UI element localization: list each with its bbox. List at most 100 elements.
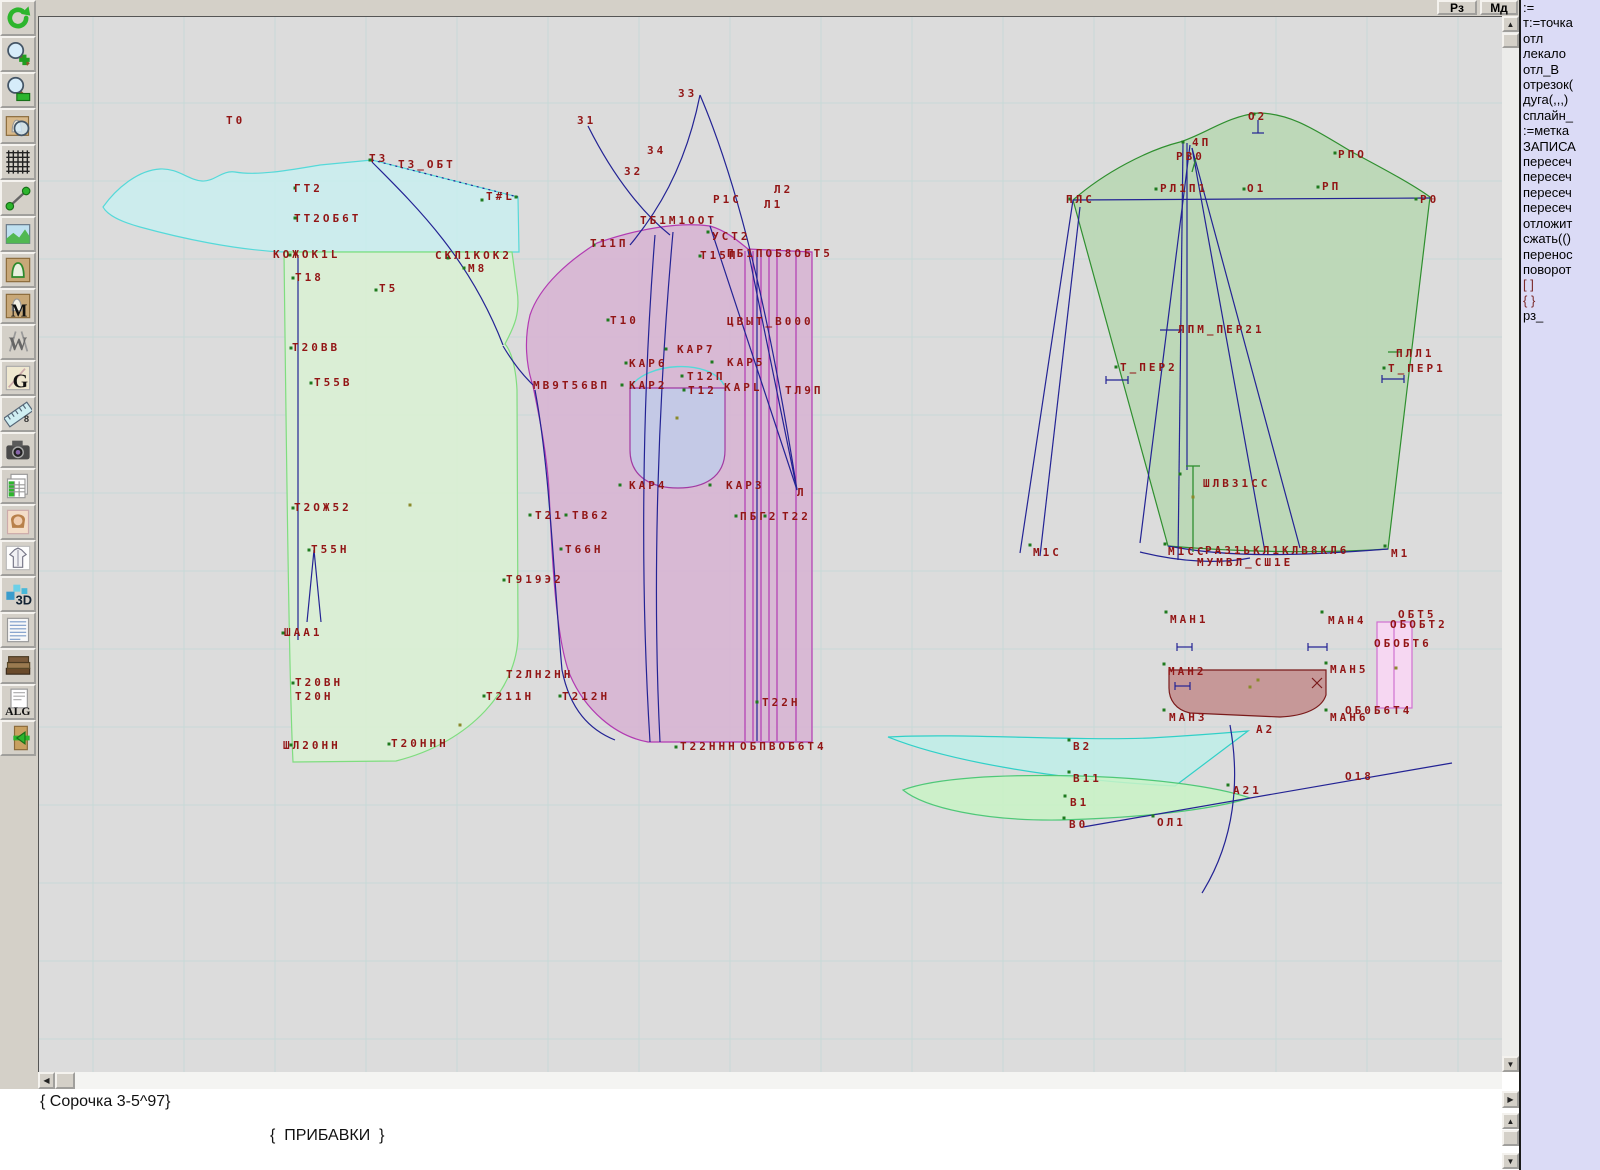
garment-sketch-icon[interactable] <box>0 540 36 576</box>
command-item[interactable]: т:=точка <box>1521 15 1600 30</box>
scroll-down-button[interactable]: ▼ <box>1502 1056 1519 1072</box>
pattern-canvas[interactable]: Т0Т3Т3_ОБТГТ2ТТ2ОБ6ТТ#LКОЖОК1LСКЛ1КОК2М8… <box>38 16 1502 1072</box>
command-item[interactable]: отложит <box>1521 216 1600 231</box>
svg-text:8: 8 <box>24 414 29 424</box>
svg-text:ТЛ9П: ТЛ9П <box>785 384 824 397</box>
svg-text:МУМВЛ_СШ1Е: МУМВЛ_СШ1Е <box>1197 556 1293 569</box>
svg-text:Т20ВН: Т20ВН <box>295 676 343 689</box>
svg-text:Т212Н: Т212Н <box>562 690 610 703</box>
svg-text:М1: М1 <box>1391 547 1410 560</box>
command-item[interactable]: сжать(() <box>1521 231 1600 246</box>
zoom-in-icon[interactable] <box>0 36 36 72</box>
image-icon[interactable] <box>0 216 36 252</box>
svg-text:ОБ0Б6Т4: ОБ0Б6Т4 <box>1345 704 1412 717</box>
line-tool-icon[interactable] <box>0 180 36 216</box>
svg-text:ПБГ2: ПБГ2 <box>740 510 779 523</box>
vscroll-thumb[interactable] <box>1502 33 1519 48</box>
preview-piece-icon[interactable] <box>0 108 36 144</box>
command-item[interactable]: ЗАПИСА <box>1521 139 1600 154</box>
zoom-out-icon[interactable] <box>0 72 36 108</box>
command-item[interactable]: пересеч <box>1521 154 1600 169</box>
command-item[interactable]: :=метка <box>1521 123 1600 138</box>
command-item[interactable]: пересеч <box>1521 185 1600 200</box>
svg-text:Т3_ОБТ: Т3_ОБТ <box>398 158 456 171</box>
command-panel[interactable]: :=т:=точкаотллекалоотл_Вотрезок(дуга(,,,… <box>1519 0 1600 1170</box>
command-item[interactable]: { } <box>1521 293 1600 308</box>
model-photo-icon[interactable] <box>0 504 36 540</box>
command-item[interactable]: пересеч <box>1521 169 1600 184</box>
svg-text:МАН4: МАН4 <box>1328 614 1367 627</box>
svg-text:Т12: Т12 <box>688 384 717 397</box>
svg-text:КАР4: КАР4 <box>629 479 668 492</box>
svg-text:В2: В2 <box>1073 740 1092 753</box>
command-item[interactable]: поворот <box>1521 262 1600 277</box>
svg-text:Т55В: Т55В <box>314 376 353 389</box>
mini-scroll-down-button[interactable]: ▼ <box>1502 1153 1519 1169</box>
horizontal-scrollbar[interactable]: ◀ <box>38 1072 1502 1089</box>
command-item[interactable]: отл_В <box>1521 62 1600 77</box>
svg-text:З2: З2 <box>624 165 643 178</box>
scroll-up-button[interactable]: ▲ <box>1502 16 1519 32</box>
pattern-g-icon[interactable]: G <box>0 360 36 396</box>
svg-text:РЛ1П1: РЛ1П1 <box>1160 182 1208 195</box>
hscroll-thumb[interactable] <box>55 1072 75 1089</box>
exit-icon[interactable] <box>0 720 36 756</box>
command-item[interactable]: лекало <box>1521 46 1600 61</box>
undo-icon[interactable] <box>0 0 36 36</box>
command-item[interactable]: := <box>1521 0 1600 15</box>
mini-scroll-up-button[interactable]: ▲ <box>1502 1113 1519 1129</box>
rz-button[interactable]: Рз <box>1437 0 1477 15</box>
svg-text:ГТ2: ГТ2 <box>294 182 323 195</box>
svg-text:Л1: Л1 <box>764 198 783 211</box>
table-doc-icon[interactable] <box>0 468 36 504</box>
pattern-m-icon[interactable]: M <box>0 288 36 324</box>
svg-text:КАР5: КАР5 <box>727 356 766 369</box>
svg-text:ШАА1: ШАА1 <box>284 626 323 639</box>
scroll-left-button[interactable]: ◀ <box>38 1072 55 1089</box>
svg-text:О1: О1 <box>1247 182 1266 195</box>
svg-text:Т_ПЕР2: Т_ПЕР2 <box>1120 361 1178 374</box>
svg-text:ОБПВОБ6Т4: ОБПВОБ6Т4 <box>740 740 827 753</box>
svg-text:КАР6: КАР6 <box>629 357 668 370</box>
svg-text:Р0: Р0 <box>1420 193 1439 206</box>
svg-text:Т66Н: Т66Н <box>565 543 604 556</box>
ruler-icon[interactable]: 8 <box>0 396 36 432</box>
svg-text:МАН5: МАН5 <box>1330 663 1369 676</box>
command-item[interactable]: перенос <box>1521 247 1600 262</box>
svg-text:З4: З4 <box>647 144 666 157</box>
command-item[interactable]: пересеч <box>1521 200 1600 215</box>
svg-text:КАР3: КАР3 <box>726 479 765 492</box>
pattern-piece-icon[interactable] <box>0 252 36 288</box>
svg-text:ТТ2ОБ6Т: ТТ2ОБ6Т <box>294 212 361 225</box>
mini-vscroll-thumb[interactable] <box>1502 1130 1519 1146</box>
command-item[interactable]: отл <box>1521 31 1600 46</box>
svg-text:ПБ1ПОБ8ОБТ5: ПБ1ПОБ8ОБТ5 <box>727 247 833 260</box>
status-allowances: { ПРИБАВКИ } <box>270 1127 384 1145</box>
svg-text:МАН3: МАН3 <box>1169 711 1208 724</box>
svg-text:КОЖОК1L: КОЖОК1L <box>273 248 340 261</box>
algorithms-icon[interactable]: ALG <box>0 684 36 720</box>
svg-text:Л2: Л2 <box>774 183 793 196</box>
svg-text:ТВ62: ТВ62 <box>572 509 611 522</box>
camera-icon[interactable] <box>0 432 36 468</box>
svg-text:ALG: ALG <box>5 705 30 716</box>
scroll-right-button[interactable]: ▶ <box>1502 1091 1519 1108</box>
command-item[interactable]: [ ] <box>1521 277 1600 292</box>
command-item[interactable]: сплайн_ <box>1521 108 1600 123</box>
construct-w-icon[interactable]: W <box>0 324 36 360</box>
command-item[interactable]: отрезок( <box>1521 77 1600 92</box>
md-button[interactable]: Мд <box>1480 0 1518 15</box>
svg-text:М8: М8 <box>468 262 487 275</box>
svg-text:3D: 3D <box>16 593 32 608</box>
command-item[interactable]: дуга(,,,) <box>1521 92 1600 107</box>
svg-text:РПО: РПО <box>1338 148 1367 161</box>
text-list-icon[interactable] <box>0 612 36 648</box>
books-icon[interactable] <box>0 648 36 684</box>
view-3d-icon[interactable]: 3D <box>0 576 36 612</box>
vertical-scrollbar[interactable]: ▲ ▼ <box>1502 16 1519 1072</box>
svg-text:Т11П: Т11П <box>590 237 629 250</box>
svg-text:Т10: Т10 <box>610 314 639 327</box>
grid-icon[interactable] <box>0 144 36 180</box>
command-item[interactable]: рз_ <box>1521 308 1600 323</box>
svg-text:КАР2: КАР2 <box>629 379 668 392</box>
